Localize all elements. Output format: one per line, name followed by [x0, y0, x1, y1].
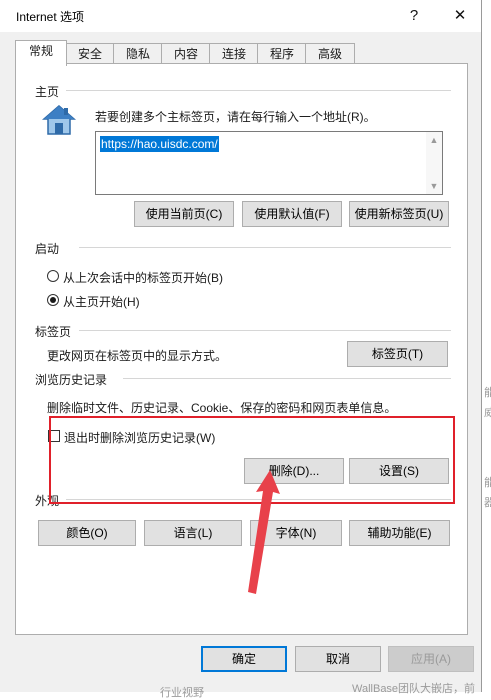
home-divider	[66, 90, 451, 91]
scroll-down-icon[interactable]: ▼	[426, 181, 442, 191]
use-new-tab-button[interactable]: 使用新标签页(U)	[349, 201, 449, 227]
radio-home-page-label: 从主页开始(H)	[63, 295, 140, 309]
colors-button[interactable]: 颜色(O)	[38, 520, 136, 546]
languages-button[interactable]: 语言(L)	[144, 520, 242, 546]
tab-programs[interactable]: 程序	[257, 43, 307, 64]
accessibility-button[interactable]: 辅助功能(E)	[349, 520, 450, 546]
background-text: 威	[484, 407, 491, 419]
home-section-label: 主页	[35, 85, 60, 99]
tabs-section-label: 标签页	[35, 325, 72, 339]
textarea-scrollbar[interactable]: ▲ ▼	[426, 132, 442, 194]
background-text: 能	[484, 477, 491, 489]
background-text: 行业视野	[160, 687, 204, 699]
home-house-icon	[41, 104, 77, 136]
history-section-label: 浏览历史记录	[35, 373, 108, 387]
history-description: 删除临时文件、历史记录、Cookie、保存的密码和网页表单信息。	[47, 401, 397, 415]
ok-button[interactable]: 确定	[201, 646, 287, 672]
tab-connections[interactable]: 连接	[209, 43, 259, 64]
tab-general[interactable]: 常规	[15, 40, 67, 66]
cancel-button[interactable]: 取消	[295, 646, 381, 672]
tab-security[interactable]: 安全	[65, 43, 115, 64]
home-url-textarea[interactable]: https://hao.uisdc.com/ ▲ ▼	[95, 131, 443, 195]
home-url-value: https://hao.uisdc.com/	[100, 136, 219, 152]
radio-last-session-label: 从上次会话中的标签页开始(B)	[63, 271, 223, 285]
tabs-divider	[79, 330, 451, 331]
use-current-page-button[interactable]: 使用当前页(C)	[134, 201, 234, 227]
tab-advanced[interactable]: 高级	[305, 43, 355, 64]
use-default-button[interactable]: 使用默认值(F)	[242, 201, 342, 227]
startup-section-label: 启动	[35, 242, 60, 256]
background-text: WallBase团队大嵌店，前	[352, 683, 476, 695]
scroll-up-icon[interactable]: ▲	[426, 135, 442, 145]
background-text: 器	[484, 497, 491, 509]
help-button[interactable]: ?	[397, 2, 431, 30]
background-text: 能	[484, 387, 491, 399]
home-instruction: 若要创建多个主标签页，请在每行输入一个地址(R)。	[95, 110, 376, 124]
tab-privacy[interactable]: 隐私	[113, 43, 163, 64]
close-button[interactable]: ✕	[443, 2, 477, 30]
tab-content[interactable]: 内容	[161, 43, 211, 64]
annotation-arrow-icon	[246, 470, 280, 594]
radio-last-session[interactable]	[47, 270, 59, 282]
tabs-description: 更改网页在标签页中的显示方式。	[47, 349, 228, 363]
apply-button[interactable]: 应用(A)	[388, 646, 474, 672]
history-divider	[123, 378, 451, 379]
startup-divider	[79, 247, 451, 248]
window-title: Internet 选项	[16, 10, 85, 24]
tabs-settings-button[interactable]: 标签页(T)	[347, 341, 448, 367]
radio-home-page[interactable]	[47, 294, 59, 306]
internet-options-dialog: Internet 选项 ? ✕ 常规 安全 隐私 内容 连接 程序 高级 主页 …	[0, 0, 482, 692]
title-bar: Internet 选项 ? ✕	[0, 0, 481, 32]
